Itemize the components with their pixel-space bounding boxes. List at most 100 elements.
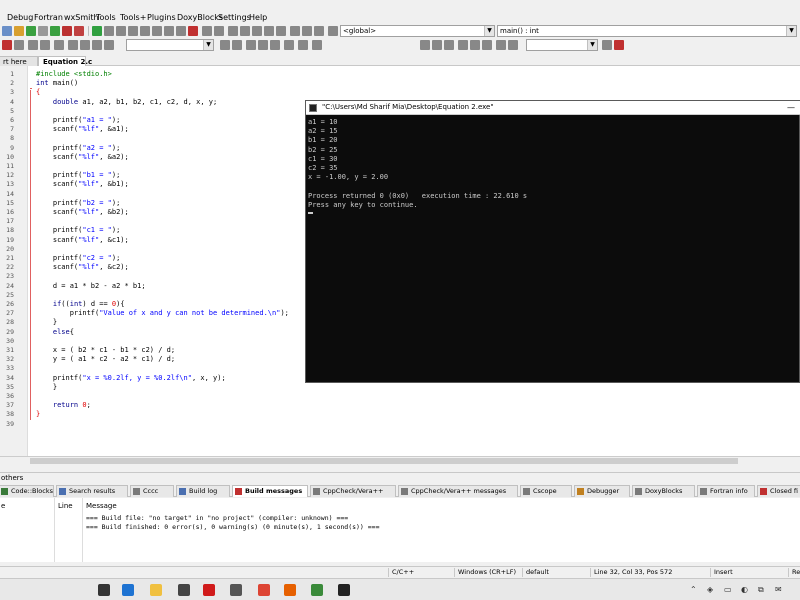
code-line[interactable]: if((int) d == 0){ [36, 300, 125, 308]
menu-item-wxsmith[interactable]: wxSmith [64, 13, 99, 22]
menu-item-tools-[interactable]: Tools+ [120, 13, 146, 22]
pause-icon[interactable] [252, 26, 262, 36]
menu-item-plugins[interactable]: Plugins [147, 13, 176, 22]
pause-build-icon[interactable] [290, 26, 300, 36]
panel-icon-3[interactable] [444, 40, 454, 50]
code-line[interactable]: int main() [36, 79, 78, 87]
code-line[interactable]: printf("b1 = "); [36, 171, 120, 179]
build-run-icon[interactable] [50, 26, 60, 36]
back-icon[interactable] [14, 40, 24, 50]
comment-icon[interactable] [240, 26, 250, 36]
code-line[interactable]: printf("Value of x and y can not be dete… [36, 309, 289, 317]
break-icon[interactable] [176, 26, 186, 36]
bookmark-prev-icon[interactable] [68, 40, 78, 50]
log-tab[interactable]: Cscope [520, 485, 572, 497]
build-icon[interactable] [14, 26, 24, 36]
code-line[interactable]: printf("c2 = "); [36, 254, 120, 262]
column-header-line[interactable]: Line [58, 502, 73, 510]
pencil-icon[interactable] [602, 40, 612, 50]
panel-icon-2[interactable] [432, 40, 442, 50]
code-line[interactable]: printf("a1 = "); [36, 116, 120, 124]
log-tab[interactable]: Code::Blocks [0, 485, 54, 497]
prev-marker-icon[interactable] [40, 40, 50, 50]
file-tab[interactable]: rt here [0, 56, 38, 66]
abort-icon[interactable] [74, 26, 84, 36]
code-line[interactable]: #include <stdio.h> [36, 70, 112, 78]
bookmark-next-icon[interactable] [80, 40, 90, 50]
format-icon[interactable] [264, 26, 274, 36]
scope-combo[interactable]: <global> ▼ [340, 25, 495, 37]
menu-item-tools[interactable]: Tools [96, 13, 116, 22]
doxy-icon[interactable] [302, 26, 312, 36]
code-line[interactable]: double a1, a2, b1, b2, c1, c2, d, x, y; [36, 98, 217, 106]
code-line[interactable]: y = ( a1 * c2 - a2 * c1) / d; [36, 355, 175, 363]
find-prev-icon[interactable] [258, 40, 268, 50]
square-icon[interactable] [312, 40, 322, 50]
log-message[interactable]: === Build file: "no target" in "no proje… [86, 514, 348, 522]
filter-combo[interactable]: ▼ [526, 39, 598, 51]
column-header-message[interactable]: Message [86, 502, 117, 510]
step-into-icon[interactable] [128, 26, 138, 36]
code-line[interactable]: return 0; [36, 401, 91, 409]
code-completion-icon[interactable] [2, 40, 12, 50]
tray-icon[interactable]: ⧉ [758, 585, 764, 595]
code-line[interactable]: d = a1 * b2 - a2 * b1; [36, 282, 146, 290]
code-line[interactable]: x = ( b2 * c1 - b1 * c2) / d; [36, 346, 175, 354]
menu-item-doxyblocks[interactable]: DoxyBlocks [177, 13, 223, 22]
find-next-icon[interactable] [270, 40, 280, 50]
code-line[interactable]: else{ [36, 328, 74, 336]
app-icon[interactable] [230, 584, 242, 596]
info-icon[interactable] [214, 26, 224, 36]
code-line[interactable]: } [36, 318, 57, 326]
menu-item-fortran[interactable]: Fortran [34, 13, 63, 22]
clear-icon[interactable] [614, 40, 624, 50]
toggle-icon[interactable] [228, 26, 238, 36]
search-icon[interactable] [2, 26, 12, 36]
step-out-icon[interactable] [140, 26, 150, 36]
code-line[interactable]: printf("b2 = "); [36, 199, 120, 207]
dropdown-icon[interactable] [328, 26, 338, 36]
arrow-right-icon[interactable] [232, 40, 242, 50]
file-explorer-icon[interactable] [150, 584, 162, 596]
store-icon[interactable] [178, 584, 190, 596]
code-line[interactable]: printf("x = %0.2lf, y = %0.2lf\n", x, y)… [36, 374, 226, 382]
code-line[interactable]: scanf("%lf", &a1); [36, 125, 129, 133]
step-instruction-icon[interactable] [164, 26, 174, 36]
find-icon[interactable] [246, 40, 256, 50]
console-titlebar[interactable]: "C:\Users\Md Sharif Mia\Desktop\Equation… [306, 101, 800, 115]
next-marker-icon[interactable] [28, 40, 38, 50]
menu-item-settings[interactable]: Settings [218, 13, 251, 22]
code-line[interactable]: printf("a2 = "); [36, 144, 120, 152]
arrow-left-icon[interactable] [220, 40, 230, 50]
scrollbar-thumb[interactable] [30, 458, 738, 464]
jump-icon[interactable] [276, 26, 286, 36]
log-tab[interactable]: CppCheck/Vera++ [310, 485, 396, 497]
chrome-icon[interactable] [258, 584, 270, 596]
tray-icon[interactable]: ◐ [741, 585, 748, 594]
opera-icon[interactable] [203, 584, 215, 596]
tray-icon[interactable]: ⌃ [690, 585, 697, 594]
log-tab[interactable]: Build messages [232, 485, 308, 497]
column-header-file[interactable]: e [1, 502, 5, 510]
codeblocks-icon[interactable] [311, 584, 323, 596]
replace-icon[interactable] [284, 40, 294, 50]
editor-hscrollbar[interactable] [0, 456, 800, 465]
bookmark-clear-icon[interactable] [104, 40, 114, 50]
console-icon[interactable] [338, 584, 350, 596]
flag-icon[interactable] [54, 40, 64, 50]
minimize-button[interactable]: — [787, 103, 795, 112]
next-instruction-icon[interactable] [152, 26, 162, 36]
log-tab[interactable]: Fortran info [697, 485, 755, 497]
task-view-icon[interactable] [98, 584, 110, 596]
log-tab[interactable]: Cccc [130, 485, 174, 497]
swap-icon[interactable] [508, 40, 518, 50]
stop-debugger-icon[interactable] [188, 26, 198, 36]
next-line-icon[interactable] [116, 26, 126, 36]
tray-icon[interactable]: ✉ [775, 585, 782, 594]
wizard-icon[interactable] [314, 26, 324, 36]
search-icon[interactable] [496, 40, 506, 50]
log-tab[interactable]: Search results [56, 485, 128, 497]
tray-icon[interactable]: ◈ [707, 585, 713, 594]
log-tab[interactable]: Closed fi [757, 485, 800, 497]
function-combo[interactable]: main() : int ▼ [497, 25, 797, 37]
